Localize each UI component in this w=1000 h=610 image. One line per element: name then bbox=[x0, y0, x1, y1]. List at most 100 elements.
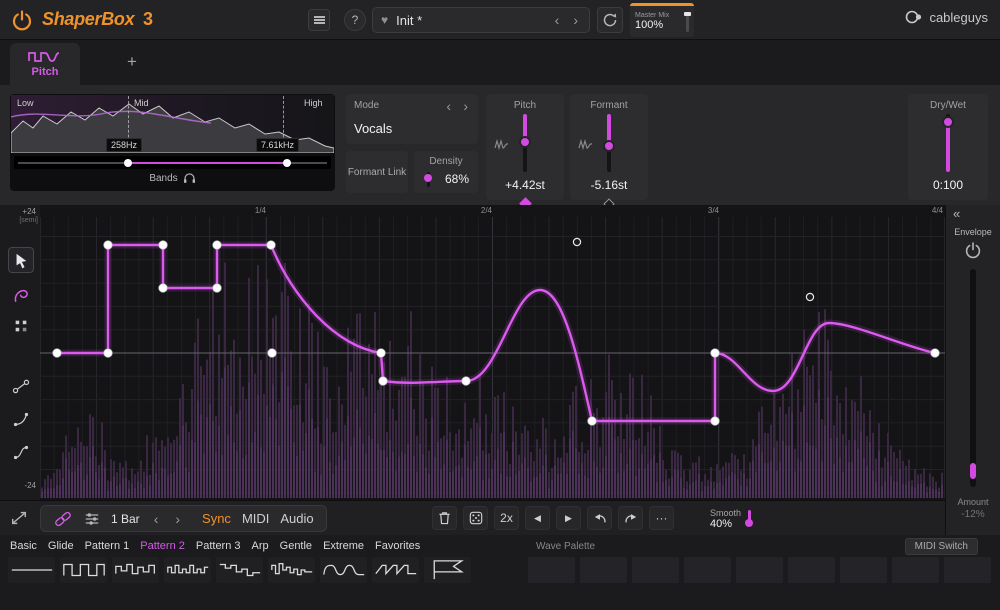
wave-thumb-flat[interactable] bbox=[8, 557, 55, 583]
wave-editor[interactable]: 1/4 2/4 3/4 4/4 bbox=[40, 205, 945, 500]
s-curve-shape-button[interactable] bbox=[8, 439, 34, 465]
palette-tab-gentle[interactable]: Gentle bbox=[280, 540, 312, 552]
length-next-button[interactable]: › bbox=[172, 512, 183, 526]
wave-slot-empty[interactable] bbox=[632, 557, 679, 583]
wave-slot-empty[interactable] bbox=[736, 557, 783, 583]
expand-editor-icon[interactable] bbox=[10, 509, 28, 527]
preset-next-button[interactable]: › bbox=[570, 13, 581, 27]
help-button[interactable]: ? bbox=[344, 9, 366, 31]
dry-wet-slider-handle[interactable] bbox=[942, 116, 954, 128]
preset-prev-button[interactable]: ‹ bbox=[552, 13, 563, 27]
favorite-icon[interactable]: ♥ bbox=[381, 13, 388, 27]
audio-mode-button[interactable]: Audio bbox=[280, 511, 313, 526]
wave-slot-empty[interactable] bbox=[944, 557, 991, 583]
redo-button[interactable] bbox=[618, 506, 643, 530]
band-handle-low[interactable] bbox=[124, 159, 132, 167]
wave-thumb-cluster[interactable] bbox=[268, 557, 315, 583]
wave-slot-empty[interactable] bbox=[528, 557, 575, 583]
double-pattern-button[interactable]: 2x bbox=[494, 506, 519, 530]
wave-slot-empty[interactable] bbox=[684, 557, 731, 583]
palette-tab-extreme[interactable]: Extreme bbox=[323, 540, 364, 552]
wave-thumb-dense[interactable] bbox=[164, 557, 211, 583]
line-shape-button[interactable] bbox=[8, 373, 34, 399]
shift-right-button[interactable]: ▶ bbox=[556, 506, 581, 530]
smooth-handle[interactable] bbox=[745, 519, 753, 527]
randomize-button[interactable] bbox=[463, 506, 488, 530]
dry-wet-control[interactable]: Dry/Wet 0:100 bbox=[908, 94, 988, 200]
pattern-tool-button[interactable] bbox=[8, 313, 34, 339]
palette-tab-arp[interactable]: Arp bbox=[252, 540, 269, 552]
pattern-brush-icon bbox=[13, 318, 29, 334]
wave-palette-label: Wave Palette bbox=[536, 541, 595, 552]
palette-tab-glide[interactable]: Glide bbox=[48, 540, 74, 552]
delete-button[interactable] bbox=[432, 506, 457, 530]
length-prev-button[interactable]: ‹ bbox=[151, 512, 162, 526]
palette-tab-pattern2[interactable]: Pattern 2 bbox=[140, 540, 185, 552]
formant-value: -5.16st bbox=[570, 178, 648, 192]
collapse-panel-button[interactable]: « bbox=[953, 206, 960, 221]
wave-slot-empty[interactable] bbox=[788, 557, 835, 583]
refresh-icon bbox=[602, 12, 618, 28]
wave-thumb-steps[interactable] bbox=[112, 557, 159, 583]
palette-tab-basic[interactable]: Basic bbox=[10, 540, 37, 552]
band-display[interactable]: Low Mid High 258Hz 7.61kHz Bands bbox=[10, 94, 335, 191]
loop-length-value[interactable]: 1 Bar bbox=[111, 512, 140, 526]
power-icon[interactable] bbox=[10, 8, 34, 32]
mode-prev-button[interactable]: ‹ bbox=[443, 99, 454, 113]
band-handle-high[interactable] bbox=[283, 159, 291, 167]
headphones-icon[interactable] bbox=[183, 172, 196, 184]
brand-logo: cableguys bbox=[904, 8, 988, 26]
palette-tab-pattern3[interactable]: Pattern 3 bbox=[196, 540, 241, 552]
mode-next-button[interactable]: › bbox=[460, 99, 471, 113]
wave-thumb-rampsteps[interactable] bbox=[372, 557, 419, 583]
loop-link-icon[interactable] bbox=[53, 510, 73, 528]
ab-compare-button[interactable] bbox=[597, 7, 623, 33]
envelope-power-icon[interactable] bbox=[963, 240, 983, 260]
formant-slider-handle[interactable] bbox=[603, 140, 615, 152]
master-mix-control[interactable]: Master Mix 100% bbox=[630, 3, 694, 37]
density-control[interactable]: Density 68% bbox=[414, 151, 478, 193]
draw-tool-button[interactable] bbox=[8, 281, 34, 307]
midi-mode-button[interactable]: MIDI bbox=[242, 511, 269, 526]
wave-thumb-stairs[interactable] bbox=[216, 557, 263, 583]
palette-tab-pattern1[interactable]: Pattern 1 bbox=[85, 540, 130, 552]
smooth-control[interactable]: Smooth 40% bbox=[710, 505, 751, 532]
tab-pitch[interactable]: Pitch bbox=[10, 43, 80, 85]
midi-switch-button[interactable]: MIDI Switch bbox=[905, 538, 978, 555]
density-handle[interactable] bbox=[424, 174, 432, 182]
smooth-label: Smooth bbox=[710, 508, 741, 518]
mode-selector[interactable]: Mode ‹ › Vocals bbox=[346, 94, 478, 144]
formant-label: Formant bbox=[570, 100, 648, 111]
cursor-icon bbox=[13, 252, 29, 269]
pitch-amount-control[interactable]: Pitch +4.42st bbox=[486, 94, 564, 200]
wave-thumb-square[interactable] bbox=[60, 557, 107, 583]
ruler-4-4: 4/4 bbox=[913, 206, 943, 215]
y-axis-min: -24 bbox=[24, 481, 36, 490]
wave-settings-icon[interactable] bbox=[84, 511, 100, 527]
undo-button[interactable] bbox=[587, 506, 612, 530]
wave-thumb-round[interactable] bbox=[320, 557, 367, 583]
band-label-low: Low bbox=[17, 98, 34, 108]
menu-button[interactable] bbox=[308, 9, 330, 31]
select-tool-button[interactable] bbox=[8, 247, 34, 273]
wave-thumb-flag[interactable] bbox=[424, 557, 471, 583]
band-range-slider[interactable] bbox=[14, 156, 331, 169]
master-mix-slider[interactable] bbox=[686, 12, 689, 32]
preset-selector[interactable]: ♥ Init * ‹ › bbox=[372, 7, 590, 33]
wave-slot-empty[interactable] bbox=[892, 557, 939, 583]
smooth-slider[interactable] bbox=[748, 510, 751, 528]
shift-left-button[interactable]: ◀ bbox=[525, 506, 550, 530]
add-shaper-button[interactable]: + bbox=[120, 50, 144, 74]
envelope-canvas[interactable] bbox=[40, 205, 945, 500]
formant-link-button[interactable]: Formant Link bbox=[346, 151, 408, 193]
palette-tab-favorites[interactable]: Favorites bbox=[375, 540, 420, 552]
envelope-amount-slider[interactable] bbox=[970, 269, 976, 487]
more-options-button[interactable]: ··· bbox=[649, 506, 674, 530]
wave-slot-empty[interactable] bbox=[840, 557, 887, 583]
wave-slot-empty[interactable] bbox=[580, 557, 627, 583]
pitch-slider-handle[interactable] bbox=[519, 136, 531, 148]
curve-shape-button[interactable] bbox=[8, 406, 34, 432]
sync-mode-button[interactable]: Sync bbox=[202, 511, 231, 526]
envelope-amount-handle[interactable] bbox=[970, 463, 976, 479]
formant-amount-control[interactable]: Formant -5.16st bbox=[570, 94, 648, 200]
